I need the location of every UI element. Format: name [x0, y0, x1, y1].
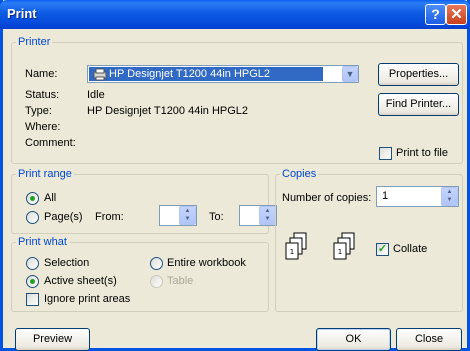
selection-radio[interactable]	[26, 257, 39, 270]
status-value: Idle	[87, 89, 105, 101]
dialog-title: Print	[7, 6, 37, 21]
collate-label: Collate	[393, 243, 428, 255]
title-bar: Print ? ✕	[0, 0, 470, 29]
collate-pages-icon-2: 3 2 1	[333, 232, 355, 260]
print-to-file-checkbox[interactable]	[379, 147, 392, 160]
print-range-pages-radio[interactable]	[26, 211, 39, 224]
printer-name-value: HP Designjet T1200 44in HPGL2	[109, 68, 271, 80]
collate-pages-icon: 3 2 1	[285, 232, 307, 260]
from-page-input[interactable]: ▲ ▼	[159, 205, 197, 226]
print-range-all-label: All	[44, 192, 57, 204]
active-sheets-label: Active sheet(s)	[44, 275, 117, 287]
to-label: To:	[209, 211, 224, 223]
where-label: Where:	[25, 121, 61, 133]
print-what-legend: Print what	[18, 236, 67, 248]
find-printer-button[interactable]: Find Printer...	[378, 93, 459, 116]
table-label: Table	[167, 275, 194, 287]
printer-legend: Printer	[18, 36, 51, 48]
table-radio	[150, 275, 163, 288]
number-of-copies-label: Number of copies:	[282, 192, 372, 204]
svg-text:1: 1	[290, 248, 294, 256]
ok-button[interactable]: OK	[316, 328, 391, 351]
selection-label: Selection	[44, 257, 90, 269]
to-page-input[interactable]: ▲ ▼	[239, 205, 277, 226]
collate-checkbox[interactable]: ✓	[376, 243, 389, 256]
type-value: HP Designjet T1200 44in HPGL2	[87, 105, 249, 117]
comment-label: Comment:	[25, 137, 76, 149]
active-sheets-radio[interactable]	[26, 275, 39, 288]
from-spinner[interactable]: ▲ ▼	[179, 206, 196, 225]
close-window-button[interactable]: ✕	[446, 4, 467, 25]
status-label: Status:	[25, 89, 60, 101]
printer-name-select[interactable]: HP Designjet T1200 44in HPGL2 ▼	[87, 65, 359, 83]
copies-spinner[interactable]: ▲ ▼	[441, 187, 458, 206]
type-label: Type:	[25, 105, 52, 117]
number-of-copies-input[interactable]: 1 ▲ ▼	[376, 186, 459, 207]
entire-workbook-radio[interactable]	[150, 257, 163, 270]
printer-icon	[93, 68, 107, 81]
properties-button[interactable]: Properties...	[378, 63, 459, 86]
print-range-legend: Print range	[18, 168, 72, 180]
svg-text:1: 1	[338, 248, 342, 256]
to-spinner[interactable]: ▲ ▼	[259, 206, 276, 225]
print-range-pages-label: Page(s)	[44, 211, 83, 223]
preview-button[interactable]: Preview	[15, 328, 90, 351]
print-dialog: Print ? ✕ Printer Name: HP Designjet T12…	[0, 0, 470, 351]
ignore-print-areas-checkbox[interactable]	[26, 293, 39, 306]
entire-workbook-label: Entire workbook	[167, 257, 246, 269]
close-button[interactable]: Close	[396, 328, 462, 351]
printer-name-label: Name:	[25, 68, 58, 80]
ignore-print-areas-label: Ignore print areas	[44, 293, 131, 305]
copies-legend: Copies	[282, 168, 317, 180]
print-range-all-radio[interactable]	[26, 192, 39, 205]
chevron-down-icon[interactable]: ▼	[342, 66, 358, 82]
from-label: From:	[95, 211, 124, 223]
print-to-file-label: Print to file	[396, 147, 448, 159]
help-button[interactable]: ?	[425, 4, 446, 25]
